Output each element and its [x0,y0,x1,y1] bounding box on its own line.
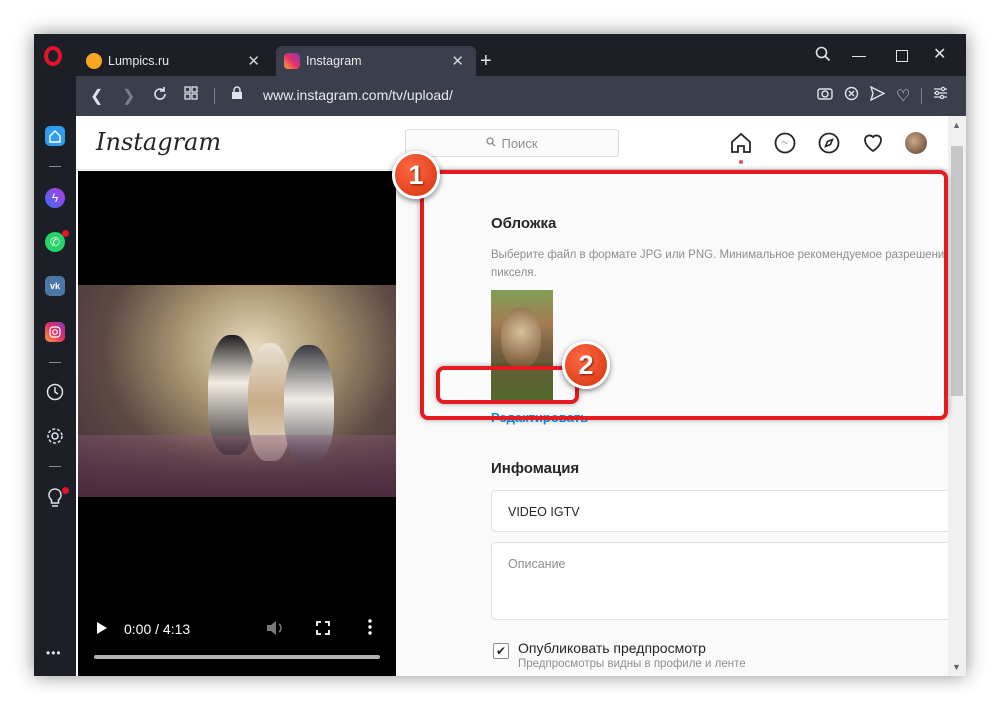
opera-logo-icon[interactable] [44,46,62,66]
vk-icon[interactable]: vk [45,276,65,296]
video-progress-bar[interactable] [94,655,380,659]
publish-preview-label: Опубликовать предпросмотр [518,640,706,656]
explore-icon[interactable] [816,130,842,156]
description-field[interactable]: Описание [491,542,966,620]
address-bar[interactable]: www.instagram.com/tv/upload/ [263,87,453,103]
info-heading: Инфомация [491,460,580,477]
messenger-icon[interactable] [772,130,798,156]
close-tab-icon[interactable]: ✕ [247,52,260,70]
close-icon[interactable]: ✕ [933,44,946,64]
maximize-icon[interactable] [896,50,908,62]
avatar[interactable] [905,132,927,154]
messenger-icon[interactable]: ϟ [45,188,65,208]
tab-instagram[interactable]: Instagram ✕ [276,46,476,76]
history-icon[interactable] [45,382,65,402]
search-icon[interactable] [815,46,831,67]
settings-icon[interactable] [45,426,65,446]
instagram-favicon-icon [284,53,300,69]
fullscreen-icon[interactable] [316,621,330,640]
snapshot-icon[interactable] [817,86,833,105]
heart-icon[interactable] [860,130,886,156]
bookmark-heart-icon[interactable]: ♡ [896,86,910,106]
scrollbar[interactable]: ▲ ▼ [948,116,966,676]
video-player[interactable]: 0:00 / 4:13 [78,171,396,676]
home-icon[interactable] [728,130,754,156]
forward-icon[interactable]: ❯ [122,86,135,106]
reload-icon[interactable] [152,86,168,107]
annotation-badge-1: 1 [392,151,440,199]
publish-preview-checkbox[interactable]: ✔ [493,643,509,659]
tab-label: Lumpics.ru [108,54,170,68]
send-icon[interactable] [869,85,886,106]
title-bar: Lumpics.ru ✕ Instagram ✕ + ✕ [34,34,966,76]
speed-dial-icon[interactable] [184,86,198,105]
video-time: 0:00 / 4:13 [124,621,191,637]
notification-dot [739,160,743,164]
scroll-down-icon[interactable]: ▼ [952,662,961,672]
annotation-badge-2: 2 [562,341,610,389]
instagram-header: Instagram Поиск [76,116,948,170]
sidebar-separator [49,362,61,363]
volume-icon[interactable] [266,620,284,641]
instagram-icon[interactable] [45,322,65,342]
home-icon[interactable] [45,126,65,146]
lock-icon[interactable] [231,86,243,105]
more-options-icon[interactable] [368,619,374,635]
navigation-bar: ❮ ❯ www.instagram.com/tv/upload/ ♡ [76,76,966,116]
tab-label: Instagram [306,54,362,68]
sidebar: ϟ ✆ vk ••• [34,116,76,676]
back-icon[interactable]: ❮ [90,86,103,106]
search-placeholder: Поиск [501,135,538,151]
publish-preview-sublabel: Предпросмотры видны в профиле и ленте [518,658,746,670]
instagram-logo[interactable]: Instagram [96,128,221,156]
more-icon[interactable]: ••• [46,646,62,660]
sidebar-separator [49,166,61,167]
search-input[interactable]: Поиск [405,129,619,157]
scroll-thumb[interactable] [951,146,963,396]
video-controls: 0:00 / 4:13 [78,607,396,667]
nav-divider [214,88,215,104]
notification-dot [62,230,69,237]
sidebar-separator [49,466,61,467]
tab-lumpics[interactable]: Lumpics.ru ✕ [78,46,272,76]
search-icon [486,136,496,150]
video-frame [78,285,396,497]
nav-divider [921,88,922,104]
annotation-box-edit [436,366,579,404]
new-tab-button[interactable]: + [480,50,492,73]
lumpics-favicon-icon [86,53,102,69]
close-tab-icon[interactable]: ✕ [451,52,464,70]
title-field[interactable]: VIDEO IGTV [491,490,966,532]
minimize-icon[interactable] [852,56,866,57]
play-icon[interactable] [96,621,108,640]
adblock-icon[interactable] [844,86,859,106]
easy-setup-icon[interactable] [933,86,948,105]
notification-dot [62,487,69,494]
scroll-up-icon[interactable]: ▲ [952,120,961,130]
